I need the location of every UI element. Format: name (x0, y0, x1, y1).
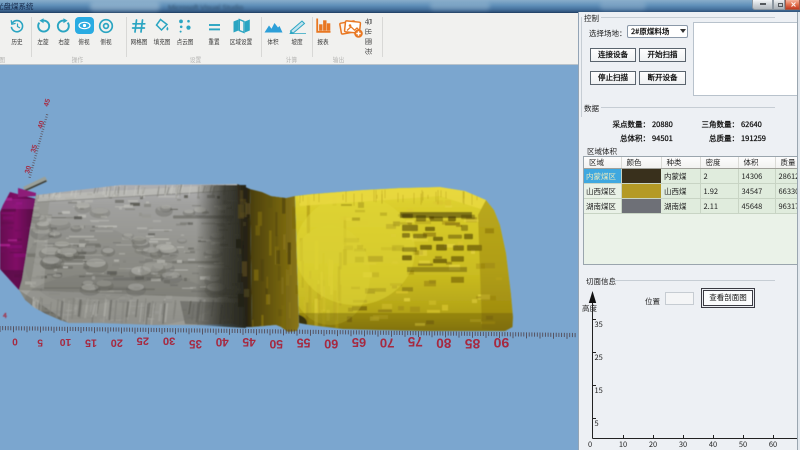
svg-text:75: 75 (407, 334, 422, 349)
svg-text:35: 35 (595, 319, 603, 330)
svg-text:55: 55 (297, 335, 311, 349)
svg-text:35: 35 (189, 337, 202, 350)
svg-text:20: 20 (111, 337, 123, 349)
svg-text:45: 45 (43, 98, 52, 108)
svg-text:60: 60 (324, 336, 338, 350)
svg-text:0: 0 (12, 336, 18, 347)
svg-text:4: 4 (2, 311, 7, 321)
svg-text:60: 60 (769, 439, 777, 450)
svg-text:40: 40 (215, 335, 229, 349)
svg-text:80: 80 (436, 336, 451, 351)
svg-text:85: 85 (465, 336, 481, 351)
svg-text:5: 5 (37, 336, 43, 347)
svg-text:30: 30 (24, 165, 33, 175)
svg-text:高度: 高度 (582, 303, 597, 314)
svg-text:40: 40 (709, 439, 717, 450)
svg-text:45: 45 (242, 335, 256, 349)
svg-text:25: 25 (137, 335, 149, 347)
svg-text:30: 30 (679, 439, 687, 450)
svg-text:20: 20 (649, 439, 657, 450)
svg-text:90: 90 (493, 335, 509, 351)
svg-text:15: 15 (595, 385, 603, 396)
svg-text:10: 10 (60, 336, 72, 347)
svg-text:5: 5 (595, 418, 599, 429)
svg-text:65: 65 (352, 335, 366, 350)
svg-text:30: 30 (163, 334, 176, 346)
svg-text:0: 0 (588, 439, 592, 450)
svg-text:50: 50 (739, 439, 747, 450)
svg-text:50: 50 (269, 337, 283, 351)
svg-text:15: 15 (85, 336, 97, 348)
svg-text:40: 40 (37, 120, 46, 130)
svg-text:35: 35 (30, 144, 39, 154)
svg-text:25: 25 (595, 352, 603, 363)
svg-text:10: 10 (619, 439, 627, 450)
svg-text:70: 70 (380, 336, 395, 351)
